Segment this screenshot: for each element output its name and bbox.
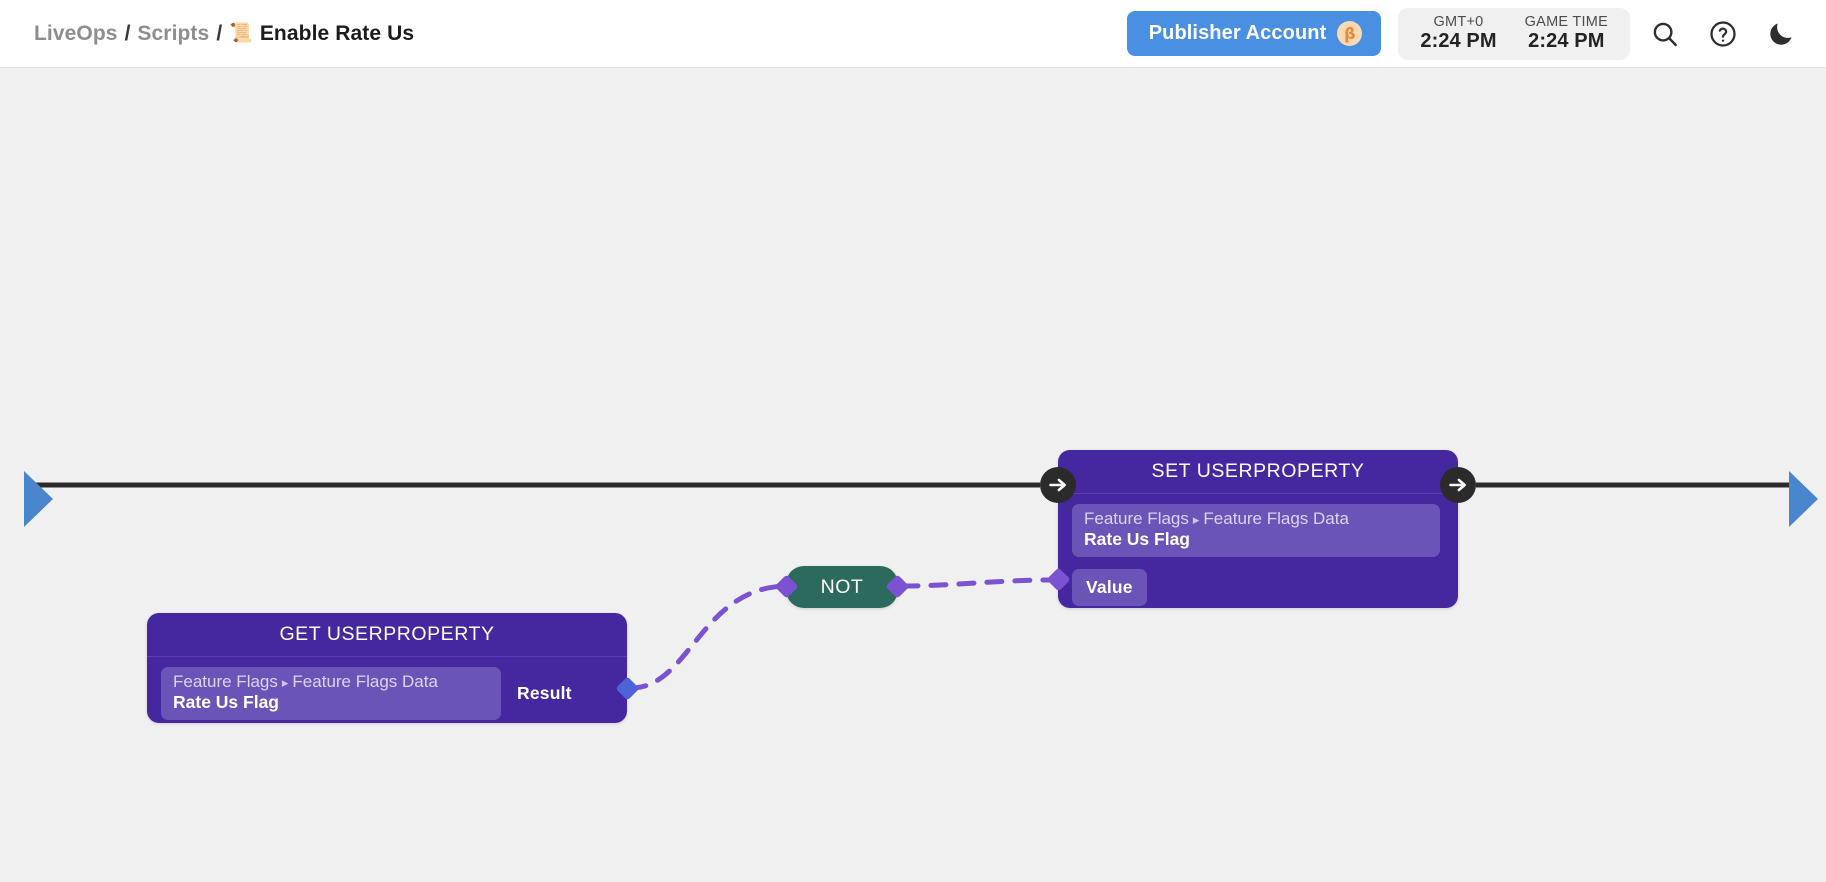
breadcrumb: LiveOps / Scripts / 📜 Enable Rate Us (34, 22, 414, 46)
beta-badge: β (1337, 21, 1362, 46)
get-property-name: Rate Us Flag (173, 692, 489, 713)
set-property-name: Rate Us Flag (1084, 529, 1428, 550)
set-property-path-root: Feature Flags (1084, 509, 1189, 528)
search-icon[interactable] (1642, 11, 1688, 57)
node-not[interactable]: NOT (786, 566, 898, 608)
clock-panel: GMT+0 2:24 PM GAME TIME 2:24 PM (1398, 8, 1630, 60)
clock-gmt: GMT+0 2:24 PM (1420, 14, 1496, 54)
get-property-caret-icon: ▸ (282, 675, 289, 690)
node-set-userproperty[interactable]: SET USERPROPERTY Feature Flags ▸Feature F… (1058, 450, 1458, 608)
set-value-label: Value (1086, 577, 1133, 597)
set-property-chip[interactable]: Feature Flags ▸Feature Flags Data Rate Us… (1072, 504, 1440, 557)
clock-gmt-label: GMT+0 (1433, 14, 1483, 31)
set-node-flow-in-port[interactable] (1040, 467, 1076, 503)
data-wire-result-to-not (631, 586, 786, 688)
publisher-account-label: Publisher Account (1149, 22, 1327, 45)
node-get-userproperty-body: Feature Flags ▸Feature Flags Data Rate Us… (147, 657, 627, 734)
breadcrumb-separator-1: / (125, 22, 131, 46)
header-actions: Publisher Account β GMT+0 2:24 PM GAME T… (1127, 8, 1804, 60)
breadcrumb-separator-2: / (216, 22, 222, 46)
node-not-title: NOT (821, 576, 864, 599)
set-property-path: Feature Flags ▸Feature Flags Data (1084, 509, 1428, 529)
node-set-userproperty-title: SET USERPROPERTY (1058, 450, 1458, 494)
get-property-path-child: Feature Flags Data (292, 672, 438, 691)
set-property-caret-icon: ▸ (1193, 512, 1200, 527)
node-get-userproperty[interactable]: GET USERPROPERTY Feature Flags ▸Feature F… (147, 613, 627, 723)
page-title: Enable Rate Us (260, 22, 414, 46)
get-property-chip[interactable]: Feature Flags ▸Feature Flags Data Rate Us… (161, 667, 501, 720)
clock-game-time-value: 2:24 PM (1528, 30, 1604, 53)
script-graph-canvas[interactable]: SET USERPROPERTY Feature Flags▸Feature F… (0, 68, 1826, 882)
node-set-userproperty-body: Feature Flags ▸Feature Flags Data Rate Us… (1058, 494, 1458, 620)
set-value-input-slot[interactable]: Value (1072, 569, 1147, 606)
get-result-label: Result (517, 683, 572, 704)
graph-connections (0, 68, 1826, 882)
data-wire-not-to-value (903, 580, 1049, 586)
get-property-path: Feature Flags ▸Feature Flags Data (173, 672, 489, 692)
clock-gmt-time: 2:24 PM (1420, 30, 1496, 53)
app-header: LiveOps / Scripts / 📜 Enable Rate Us Pub… (0, 0, 1826, 68)
exit-marker-icon (1789, 471, 1818, 527)
script-scroll-icon: 📜 (229, 24, 253, 43)
breadcrumb-liveops[interactable]: LiveOps (34, 22, 118, 46)
entry-marker-icon (24, 471, 53, 527)
clock-game-time: GAME TIME 2:24 PM (1525, 14, 1608, 54)
publisher-account-button[interactable]: Publisher Account β (1127, 11, 1382, 56)
node-get-userproperty-title: GET USERPROPERTY (147, 613, 627, 657)
dark-mode-icon[interactable] (1758, 11, 1804, 57)
get-property-path-root: Feature Flags (173, 672, 278, 691)
set-property-path-child: Feature Flags Data (1203, 509, 1349, 528)
set-node-flow-out-port[interactable] (1440, 467, 1476, 503)
breadcrumb-scripts[interactable]: Scripts (137, 22, 209, 46)
clock-game-time-label: GAME TIME (1525, 14, 1608, 31)
help-icon[interactable] (1700, 11, 1746, 57)
